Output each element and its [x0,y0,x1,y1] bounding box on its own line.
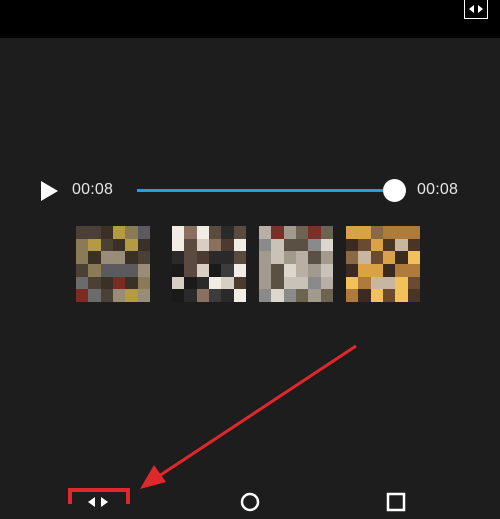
square-icon[interactable] [384,490,408,514]
frame-thumbnail-2[interactable] [172,226,246,302]
split-arrows-icon[interactable] [464,0,488,19]
frame-thumbnail-4[interactable] [346,226,420,302]
split-arrows-icon[interactable] [86,490,110,514]
current-time: 00:08 [72,181,114,198]
progress-fill [137,189,394,192]
frame-thumbnail-1[interactable] [76,226,150,302]
top-bar [0,0,500,38]
bottom-toolbar [0,470,500,512]
play-icon[interactable] [38,180,60,202]
circle-icon[interactable] [238,490,262,514]
audio-player: 00:08 00:08 [0,176,500,206]
progress-thumb[interactable] [383,179,406,202]
frame-thumbnail-3[interactable] [259,226,333,302]
progress-track[interactable] [137,189,394,192]
duration-time: 00:08 [417,181,459,198]
frame-strip [0,226,500,304]
